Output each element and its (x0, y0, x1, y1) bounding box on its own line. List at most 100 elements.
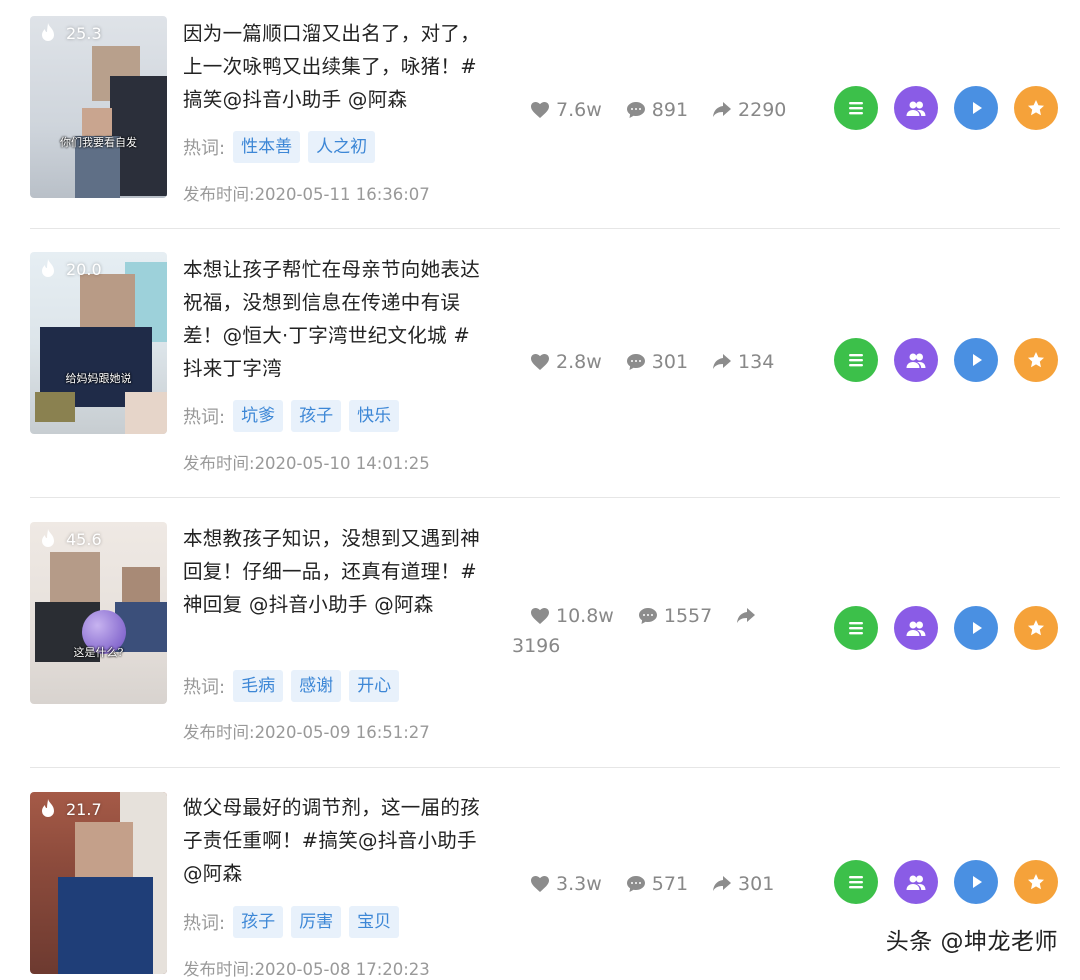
divider (30, 228, 1060, 229)
list-icon (849, 354, 863, 367)
heat-value: 45.6 (66, 529, 102, 549)
play-icon (973, 354, 982, 366)
video-title[interactable]: 本想让孩子帮忙在母亲节向她表达祝福，没想到信息在传递中有误差！@恒大·丁字湾世纪… (183, 253, 488, 385)
action-buttons (834, 338, 1058, 382)
hot-words: 热词: 孩子 厉害 宝贝 (183, 906, 400, 938)
like-count: 3.3w (556, 873, 602, 895)
play-button[interactable] (954, 338, 998, 382)
share-arrow-icon (713, 354, 732, 369)
heat-value: 21.7 (66, 799, 102, 819)
hot-word-tag[interactable]: 宝贝 (349, 906, 400, 938)
users-icon (906, 621, 926, 636)
list-button[interactable] (834, 338, 878, 382)
publish-time: 发布时间:2020-05-11 16:36:07 (183, 181, 430, 205)
publish-time-label: 发布时间: (183, 185, 255, 204)
fans-button[interactable] (894, 338, 938, 382)
star-button[interactable] (1014, 338, 1058, 382)
hot-words-label: 热词: (183, 677, 226, 698)
list-item[interactable]: 25.3 你们我要看自发 因为一篇顺口溜又出名了，对了，上一次咏鸭又出续集了，咏… (0, 0, 1080, 230)
star-button[interactable] (1014, 860, 1058, 904)
play-button[interactable] (954, 860, 998, 904)
heat-value: 20.0 (66, 259, 102, 279)
hot-word-tag[interactable]: 孩子 (291, 400, 342, 432)
fans-button[interactable] (894, 606, 938, 650)
action-buttons (834, 860, 1058, 904)
heat-badge: 20.0 (38, 258, 102, 280)
video-thumbnail[interactable]: 25.3 你们我要看自发 (30, 16, 167, 198)
play-icon (973, 622, 982, 634)
comment-bubble-icon (638, 608, 657, 624)
hot-word-tag[interactable]: 快乐 (349, 400, 400, 432)
star-icon (1028, 100, 1044, 116)
users-icon (906, 875, 926, 890)
comment-count: 891 (651, 99, 689, 121)
publish-time: 发布时间:2020-05-09 16:51:27 (183, 719, 430, 743)
stats: 10.8w 1557 3196 (512, 605, 790, 657)
play-icon (973, 876, 982, 888)
publish-time-label: 发布时间: (183, 723, 255, 742)
users-icon (906, 101, 926, 116)
video-thumbnail[interactable]: 45.6 这是什么? (30, 522, 167, 704)
heat-badge: 25.3 (38, 22, 102, 44)
thumbnail-caption: 给妈妈跟她说 (65, 372, 132, 385)
publish-time-value: 2020-05-08 17:20:23 (254, 960, 430, 979)
share-count: 134 (738, 351, 775, 373)
publish-time-label: 发布时间: (183, 454, 255, 473)
publish-time-value: 2020-05-09 16:51:27 (254, 723, 430, 742)
video-title[interactable]: 做父母最好的调节剂，这一届的孩子责任重啊！#搞笑@抖音小助手 @阿森 (183, 791, 488, 890)
heart-icon (531, 354, 549, 370)
share-arrow-icon (737, 608, 756, 623)
star-button[interactable] (1014, 606, 1058, 650)
star-button[interactable] (1014, 86, 1058, 130)
list-icon (849, 102, 863, 115)
flame-icon (42, 23, 54, 41)
thumbnail-caption: 你们我要看自发 (60, 136, 137, 149)
hot-word-tag[interactable]: 开心 (349, 670, 400, 702)
video-thumbnail[interactable]: 20.0 给妈妈跟她说 (30, 252, 167, 434)
hot-word-tag[interactable]: 孩子 (233, 906, 284, 938)
video-title[interactable]: 因为一篇顺口溜又出名了，对了，上一次咏鸭又出续集了，咏猪！#搞笑@抖音小助手 @… (183, 17, 488, 116)
hot-word-tag[interactable]: 毛病 (233, 670, 284, 702)
hot-word-tag[interactable]: 厉害 (291, 906, 342, 938)
video-title[interactable]: 本想教孩子知识，没想到又遇到神回复！仔细一品，还真有道理！#神回复 @抖音小助手… (183, 522, 488, 621)
fans-button[interactable] (894, 860, 938, 904)
flame-icon (42, 799, 54, 817)
list-item[interactable]: 20.0 给妈妈跟她说 本想让孩子帮忙在母亲节向她表达祝福，没想到信息在传递中有… (0, 230, 1080, 498)
stats: 7.6w 891 2290 (530, 99, 810, 121)
users-icon (906, 353, 926, 368)
heat-value: 25.3 (66, 23, 102, 43)
fans-button[interactable] (894, 86, 938, 130)
comment-count: 301 (651, 351, 689, 373)
share-count: 301 (738, 873, 775, 895)
hot-words-label: 热词: (183, 138, 226, 159)
hot-word-tag[interactable]: 人之初 (308, 131, 376, 163)
hot-word-tag[interactable]: 坑爹 (233, 400, 284, 432)
play-button[interactable] (954, 606, 998, 650)
publish-time-value: 2020-05-10 14:01:25 (254, 454, 430, 473)
watermark: 头条 @坤龙老师 (885, 929, 1058, 955)
heart-icon (531, 608, 549, 624)
share-count: 3196 (512, 635, 561, 657)
heat-badge: 45.6 (38, 528, 102, 550)
hot-words: 热词: 坑爹 孩子 快乐 (183, 400, 400, 432)
list-button[interactable] (834, 86, 878, 130)
share-arrow-icon (713, 102, 732, 117)
list-button[interactable] (834, 606, 878, 650)
stats: 3.3w 571 301 (530, 873, 798, 895)
action-buttons (834, 86, 1058, 130)
star-icon (1028, 874, 1044, 890)
hot-words-label: 热词: (183, 407, 226, 428)
comment-bubble-icon (626, 102, 645, 118)
list-item[interactable]: 45.6 这是什么? 本想教孩子知识，没想到又遇到神回复！仔细一品，还真有道理！… (0, 498, 1080, 768)
thumbnail-caption: 这是什么? (73, 646, 124, 659)
like-count: 7.6w (556, 99, 602, 121)
video-thumbnail[interactable]: 21.7 (30, 792, 167, 974)
hot-words: 热词: 性本善 人之初 (183, 131, 376, 163)
hot-word-tag[interactable]: 感谢 (291, 670, 342, 702)
publish-time: 发布时间:2020-05-10 14:01:25 (183, 450, 430, 474)
publish-time-label: 发布时间: (183, 960, 255, 979)
list-icon (849, 876, 863, 889)
hot-word-tag[interactable]: 性本善 (233, 131, 301, 163)
list-button[interactable] (834, 860, 878, 904)
play-button[interactable] (954, 86, 998, 130)
